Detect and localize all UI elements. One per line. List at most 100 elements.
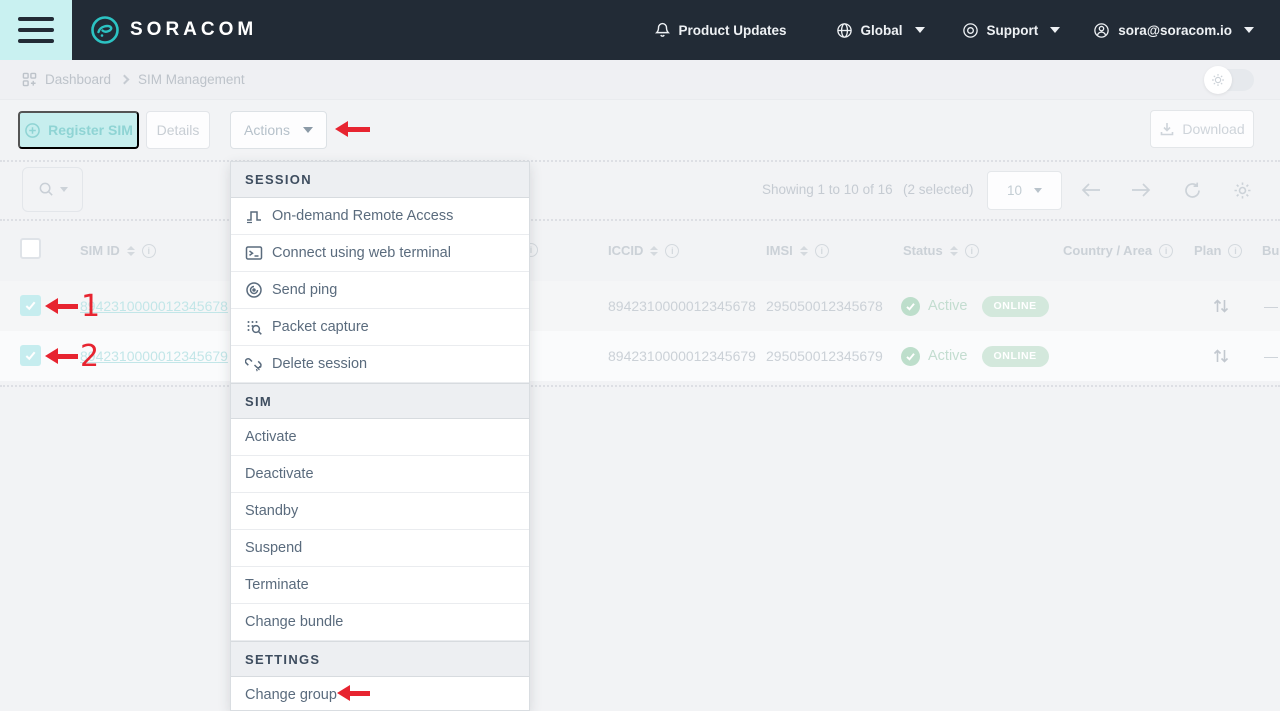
table-header-row: SIM ID i ICCID i IMSI i Status i Country… bbox=[0, 230, 1280, 276]
search-icon bbox=[38, 181, 55, 198]
sort-icon bbox=[650, 246, 658, 256]
hamburger-menu-button[interactable] bbox=[0, 0, 72, 60]
info-icon: i bbox=[1159, 244, 1173, 258]
menu-section-session: SESSION bbox=[231, 162, 529, 198]
annotation-arrow-change-group bbox=[350, 691, 370, 696]
annotation-arrow-actions bbox=[348, 127, 370, 132]
pagination-summary: Showing 1 to 10 of 16 bbox=[762, 182, 893, 197]
help-icon bbox=[962, 22, 979, 39]
soracom-logo-icon bbox=[90, 15, 120, 45]
info-icon: i bbox=[142, 244, 156, 258]
details-button[interactable]: Details bbox=[146, 111, 210, 149]
status-check-icon bbox=[901, 297, 920, 316]
column-header-bundles[interactable]: Bu bbox=[1262, 243, 1279, 258]
menu-item-deactivate[interactable]: Deactivate bbox=[231, 456, 529, 493]
breadcrumb-bar: Dashboard SIM Management bbox=[0, 60, 1280, 100]
globe-icon bbox=[836, 22, 853, 39]
status-cell: Active ONLINE bbox=[901, 281, 1049, 331]
menu-item-suspend[interactable]: Suspend bbox=[231, 530, 529, 567]
sun-icon bbox=[1211, 73, 1225, 87]
annotation-step-number: 1 bbox=[81, 289, 100, 324]
sim-id-cell[interactable]: 8942310000012345679 bbox=[80, 331, 228, 381]
menu-item-terminate[interactable]: Terminate bbox=[231, 567, 529, 604]
page-size-select[interactable]: 10 bbox=[987, 171, 1062, 210]
menu-item-change-group[interactable]: Change group bbox=[231, 677, 529, 711]
brand-name: SORACOM bbox=[130, 19, 257, 41]
remote-access-icon bbox=[245, 207, 263, 225]
sort-icon bbox=[800, 246, 808, 256]
web-terminal-icon bbox=[245, 244, 263, 262]
menu-item-standby[interactable]: Standby bbox=[231, 493, 529, 530]
table-settings-button[interactable] bbox=[1233, 181, 1252, 205]
table-row[interactable]: 8942310000012345679 8942310000012345679 … bbox=[0, 331, 1280, 381]
data-transfer-icon bbox=[1211, 281, 1231, 331]
menu-item-change-bundle[interactable]: Change bundle bbox=[231, 604, 529, 641]
sim-id-link[interactable]: 8942310000012345679 bbox=[80, 348, 228, 364]
actions-label: Actions bbox=[244, 122, 290, 138]
menu-item-label: Terminate bbox=[245, 577, 309, 593]
info-icon: i bbox=[1228, 244, 1242, 258]
menu-item-activate[interactable]: Activate bbox=[231, 419, 529, 456]
column-header-iccid[interactable]: ICCID i bbox=[608, 243, 679, 258]
iccid-cell: 8942310000012345679 bbox=[608, 331, 756, 381]
menu-item-web-terminal[interactable]: Connect using web terminal bbox=[231, 235, 529, 272]
status-check-icon bbox=[901, 347, 920, 366]
search-filter-button[interactable] bbox=[22, 167, 83, 212]
sim-id-cell[interactable]: 8942310000012345678 bbox=[80, 281, 228, 331]
actions-button[interactable]: Actions bbox=[230, 111, 327, 149]
nav-global[interactable]: Global bbox=[836, 22, 925, 39]
breadcrumb-separator-icon bbox=[120, 75, 130, 85]
info-icon: i bbox=[665, 244, 679, 258]
online-badge: ONLINE bbox=[982, 296, 1049, 317]
annotation-arrow-row2 bbox=[58, 354, 78, 359]
nav-support-label: Support bbox=[987, 23, 1039, 38]
column-header-imsi[interactable]: IMSI i bbox=[766, 243, 829, 258]
column-header-sim-id[interactable]: SIM ID i bbox=[80, 243, 156, 258]
breadcrumb-dashboard[interactable]: Dashboard bbox=[22, 72, 111, 87]
column-header-country[interactable]: Country / Area i bbox=[1063, 243, 1173, 258]
actions-dropdown-menu: SESSION On-demand Remote Access Connect … bbox=[230, 161, 530, 711]
info-icon: i bbox=[965, 244, 979, 258]
download-label: Download bbox=[1182, 121, 1244, 137]
menu-item-label: Standby bbox=[245, 503, 298, 519]
theme-toggle[interactable] bbox=[1206, 69, 1254, 91]
chevron-down-icon bbox=[1244, 27, 1254, 33]
column-header-plan[interactable]: Plan i bbox=[1194, 243, 1242, 258]
sort-icon bbox=[950, 246, 958, 256]
menu-section-sim: SIM bbox=[231, 383, 529, 419]
nav-account[interactable]: sora@soracom.io bbox=[1093, 22, 1254, 39]
menu-item-label: Suspend bbox=[245, 540, 302, 556]
nav-product-updates[interactable]: Product Updates bbox=[654, 21, 787, 39]
register-sim-button[interactable]: Register SIM bbox=[18, 111, 139, 149]
menu-item-label: On-demand Remote Access bbox=[272, 208, 453, 224]
separator-line bbox=[0, 219, 1280, 221]
separator-line bbox=[0, 160, 1280, 162]
refresh-button[interactable] bbox=[1183, 181, 1202, 205]
menu-item-remote-access[interactable]: On-demand Remote Access bbox=[231, 198, 529, 235]
next-page-button[interactable] bbox=[1130, 181, 1152, 204]
chevron-down-icon bbox=[303, 127, 313, 133]
online-badge: ONLINE bbox=[982, 346, 1049, 367]
nav-support[interactable]: Support bbox=[962, 22, 1061, 39]
row-checkbox-checked[interactable] bbox=[20, 345, 41, 366]
download-button[interactable]: Download bbox=[1150, 110, 1254, 148]
status-label: Active bbox=[928, 348, 968, 364]
column-label: Status bbox=[903, 243, 943, 258]
menu-item-packet-capture[interactable]: Packet capture bbox=[231, 309, 529, 346]
imsi-cell: 295050012345679 bbox=[766, 331, 883, 381]
menu-item-send-ping[interactable]: Send ping bbox=[231, 272, 529, 309]
register-sim-label: Register SIM bbox=[48, 122, 133, 138]
menu-item-delete-session[interactable]: Delete session bbox=[231, 346, 529, 383]
menu-item-label: Send ping bbox=[272, 282, 337, 298]
annotation-step-number: 2 bbox=[80, 339, 99, 374]
chevron-down-icon bbox=[915, 27, 925, 33]
sim-id-link[interactable]: 8942310000012345678 bbox=[80, 298, 228, 314]
prev-page-button[interactable] bbox=[1080, 181, 1102, 204]
menu-item-label: Delete session bbox=[272, 356, 367, 372]
brand[interactable]: SORACOM bbox=[90, 15, 257, 45]
select-all-checkbox[interactable] bbox=[20, 238, 41, 259]
table-row[interactable]: 8942310000012345678 8942310000012345678 … bbox=[0, 281, 1280, 331]
row-checkbox-checked[interactable] bbox=[20, 295, 41, 316]
menu-item-label: Packet capture bbox=[272, 319, 369, 335]
column-header-status[interactable]: Status i bbox=[903, 243, 979, 258]
